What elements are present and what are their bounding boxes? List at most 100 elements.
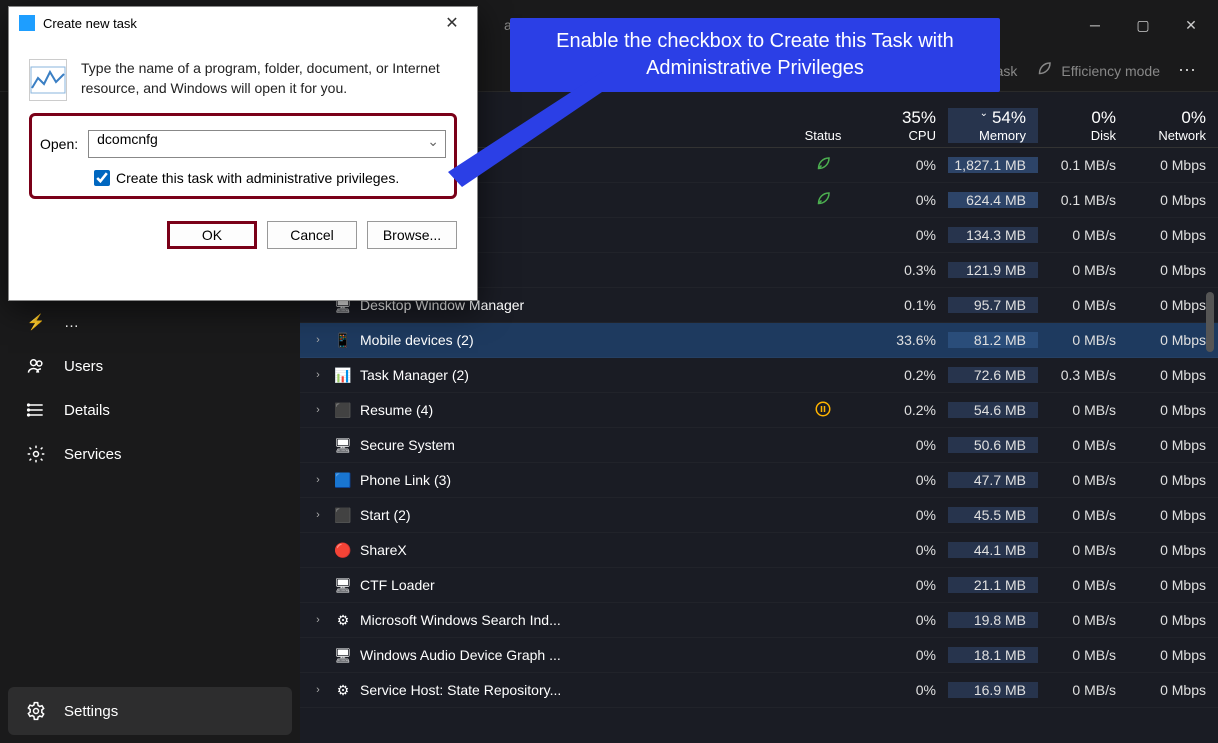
process-name: Task Manager (2) [360,367,469,383]
disk-cell: 0 MB/s [1038,297,1128,313]
cpu-cell: 0% [858,192,948,208]
memory-cell: 121.9 MB [948,262,1038,278]
sidebar-item-users[interactable]: Users [8,344,292,388]
expand-chevron-icon[interactable]: › [310,509,326,521]
expand-chevron-icon[interactable]: › [310,474,326,486]
maximize-button[interactable]: ▢ [1120,9,1166,41]
dialog-titlebar[interactable]: Create new task ✕ [9,7,477,39]
disk-cell: 0 MB/s [1038,262,1128,278]
expand-chevron-icon[interactable]: › [310,404,326,416]
process-icon: ⚙ [334,611,352,629]
network-cell: 0 Mbps [1128,367,1218,383]
leaf-icon [1035,60,1053,81]
network-cell: 0 Mbps [1128,157,1218,173]
minimize-button[interactable]: ─ [1072,9,1118,41]
gear-icon [26,701,46,721]
process-icon: ⬛ [334,401,352,419]
sidebar-item-startup[interactable]: ⚡ … [8,300,292,344]
efficiency-mode-button[interactable]: Efficiency mode [1035,60,1160,81]
network-cell: 0 Mbps [1128,542,1218,558]
table-row[interactable]: ›📊Task Manager (2)0.2%72.6 MB0.3 MB/s0 M… [300,358,1218,393]
window-controls: ─ ▢ ✕ [1072,9,1214,41]
admin-privileges-checkbox[interactable] [94,170,110,186]
disk-cell: 0 MB/s [1038,647,1128,663]
memory-cell: 21.1 MB [948,577,1038,593]
memory-cell: 72.6 MB [948,367,1038,383]
table-row[interactable]: 🖥Secure System0%50.6 MB0 MB/s0 Mbps [300,428,1218,463]
open-combobox[interactable]: dcomcnfg [88,130,446,158]
process-name: ShareX [360,542,407,558]
app-icon [19,15,35,31]
table-row[interactable]: 🔴ShareX0%44.1 MB0 MB/s0 Mbps [300,533,1218,568]
column-status[interactable]: Status [788,128,858,143]
process-icon: 📱 [334,331,352,349]
column-cpu[interactable]: 35% CPU [858,108,948,143]
sidebar-item-services[interactable]: Services [8,432,292,476]
details-icon [26,400,46,420]
process-name: Mobile devices (2) [360,332,474,348]
dialog-description: Type the name of a program, folder, docu… [81,59,457,98]
open-value: dcomcnfg [97,131,158,147]
cpu-cell: 0% [858,227,948,243]
network-cell: 0 Mbps [1128,612,1218,628]
users-icon [26,356,46,376]
network-cell: 0 Mbps [1128,332,1218,348]
network-cell: 0 Mbps [1128,437,1218,453]
sidebar-item-label: Users [64,358,103,375]
memory-cell: 95.7 MB [948,297,1038,313]
disk-cell: 0 MB/s [1038,542,1128,558]
disk-cell: 0 MB/s [1038,577,1128,593]
network-cell: 0 Mbps [1128,507,1218,523]
cpu-cell: 0% [858,157,948,173]
process-icon: ⬛ [334,506,352,524]
process-name: Resume (4) [360,402,433,418]
table-row[interactable]: 🖥CTF Loader0%21.1 MB0 MB/s0 Mbps [300,568,1218,603]
memory-cell: 624.4 MB [948,192,1038,208]
sort-indicator-icon: ⌄ [980,108,988,119]
process-name-cell: ›🟦Phone Link (3) [300,471,788,489]
callout-text: Enable the checkbox to Create this Task … [556,30,954,79]
table-row[interactable]: ›⚙Service Host: State Repository...0%16.… [300,673,1218,708]
process-icon: ⚙ [334,681,352,699]
disk-cell: 0 MB/s [1038,402,1128,418]
memory-cell: 45.5 MB [948,507,1038,523]
column-network[interactable]: 0% Network [1128,108,1218,143]
more-options-button[interactable]: ⋯ [1178,60,1198,81]
disk-cell: 0 MB/s [1038,472,1128,488]
sidebar-item-label: Details [64,402,110,419]
close-button[interactable]: ✕ [1168,9,1214,41]
cpu-cell: 0.1% [858,297,948,313]
table-row[interactable]: ›⬛Start (2)0%45.5 MB0 MB/s0 Mbps [300,498,1218,533]
table-row[interactable]: ›📱Mobile devices (2)33.6%81.2 MB0 MB/s0 … [300,323,1218,358]
network-cell: 0 Mbps [1128,682,1218,698]
disk-cell: 0 MB/s [1038,682,1128,698]
process-name: Start (2) [360,507,411,523]
table-row[interactable]: ›🟦Phone Link (3)0%47.7 MB0 MB/s0 Mbps [300,463,1218,498]
expand-chevron-icon[interactable]: › [310,684,326,696]
ok-button[interactable]: OK [167,221,257,249]
network-cell: 0 Mbps [1128,262,1218,278]
expand-chevron-icon[interactable]: › [310,334,326,346]
table-row[interactable]: ›⚙Microsoft Windows Search Ind...0%19.8 … [300,603,1218,638]
expand-chevron-icon[interactable]: › [310,614,326,626]
table-row[interactable]: ›⬛Resume (4)0.2%54.6 MB0 MB/s0 Mbps [300,393,1218,428]
table-row[interactable]: 🖥Windows Audio Device Graph ...0%18.1 MB… [300,638,1218,673]
network-cell: 0 Mbps [1128,227,1218,243]
network-cell: 0 Mbps [1128,192,1218,208]
dialog-close-button[interactable]: ✕ [437,13,467,33]
column-disk[interactable]: 0% Disk [1038,108,1128,143]
cancel-button[interactable]: Cancel [267,221,357,249]
vertical-scrollbar[interactable] [1206,292,1214,352]
sidebar-item-details[interactable]: Details [8,388,292,432]
cpu-cell: 0% [858,542,948,558]
expand-chevron-icon[interactable]: › [310,369,326,381]
sidebar-item-settings[interactable]: Settings [8,687,292,735]
process-icon: 🖥 [334,576,352,594]
cpu-cell: 0% [858,612,948,628]
status-cell [788,190,858,211]
browse-button[interactable]: Browse... [367,221,457,249]
process-name-cell: 🖥CTF Loader [300,576,788,594]
network-cell: 0 Mbps [1128,472,1218,488]
process-name-cell: 🖥Secure System [300,436,788,454]
column-memory[interactable]: ⌄54% Memory [948,108,1038,143]
